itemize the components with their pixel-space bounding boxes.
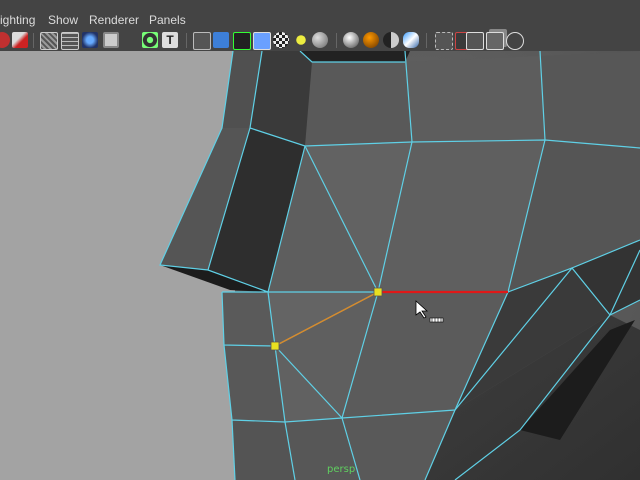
text-icon[interactable]: T xyxy=(162,32,178,48)
isolate-icon[interactable] xyxy=(142,32,158,48)
toolbar-separator xyxy=(336,33,337,48)
perspective-viewport[interactable] xyxy=(0,51,640,480)
high-quality-icon[interactable] xyxy=(312,32,328,48)
light-icon[interactable] xyxy=(103,32,119,48)
connect-icon[interactable] xyxy=(506,32,524,50)
top-toolbar-strip xyxy=(0,0,640,10)
checker-icon[interactable] xyxy=(273,32,289,48)
shadow-icon[interactable] xyxy=(363,32,379,48)
wireframe-icon[interactable] xyxy=(40,32,58,50)
light-bulb-icon[interactable] xyxy=(343,32,359,48)
sphere-icon[interactable] xyxy=(296,35,306,45)
vertex-handle[interactable] xyxy=(373,287,383,297)
shaded-cube-icon[interactable] xyxy=(213,32,229,48)
anti-alias-icon[interactable] xyxy=(435,32,453,50)
select-camera-icon[interactable] xyxy=(0,32,10,48)
default-material-icon[interactable] xyxy=(253,32,271,50)
menu-show[interactable]: Show xyxy=(48,13,78,27)
vertex-handle[interactable] xyxy=(270,341,280,351)
two-cubes-icon[interactable] xyxy=(486,32,504,50)
menu-renderer[interactable]: Renderer xyxy=(89,13,139,27)
ambient-occlusion-icon[interactable] xyxy=(383,32,399,48)
camera-name-label: persp xyxy=(327,464,356,475)
motion-blur-icon[interactable] xyxy=(403,32,419,48)
smooth-shade-icon[interactable] xyxy=(61,32,79,50)
viewport-canvas[interactable] xyxy=(0,51,640,480)
toolbar-separator xyxy=(426,33,427,48)
menu-lighting[interactable]: ighting xyxy=(0,13,35,27)
paint-icon[interactable] xyxy=(12,32,28,48)
toolbar-separator xyxy=(186,33,187,48)
bounding-box-icon[interactable] xyxy=(193,32,211,50)
texture-icon[interactable] xyxy=(82,32,98,48)
panel-toolbar: T xyxy=(0,30,640,52)
panel-menubar: ighting Show Renderer Panels xyxy=(0,10,640,31)
toolbar-separator xyxy=(33,33,34,48)
cube-outline-icon[interactable] xyxy=(466,32,484,50)
xray-cube-icon[interactable] xyxy=(233,32,251,50)
menu-panels[interactable]: Panels xyxy=(149,13,186,27)
